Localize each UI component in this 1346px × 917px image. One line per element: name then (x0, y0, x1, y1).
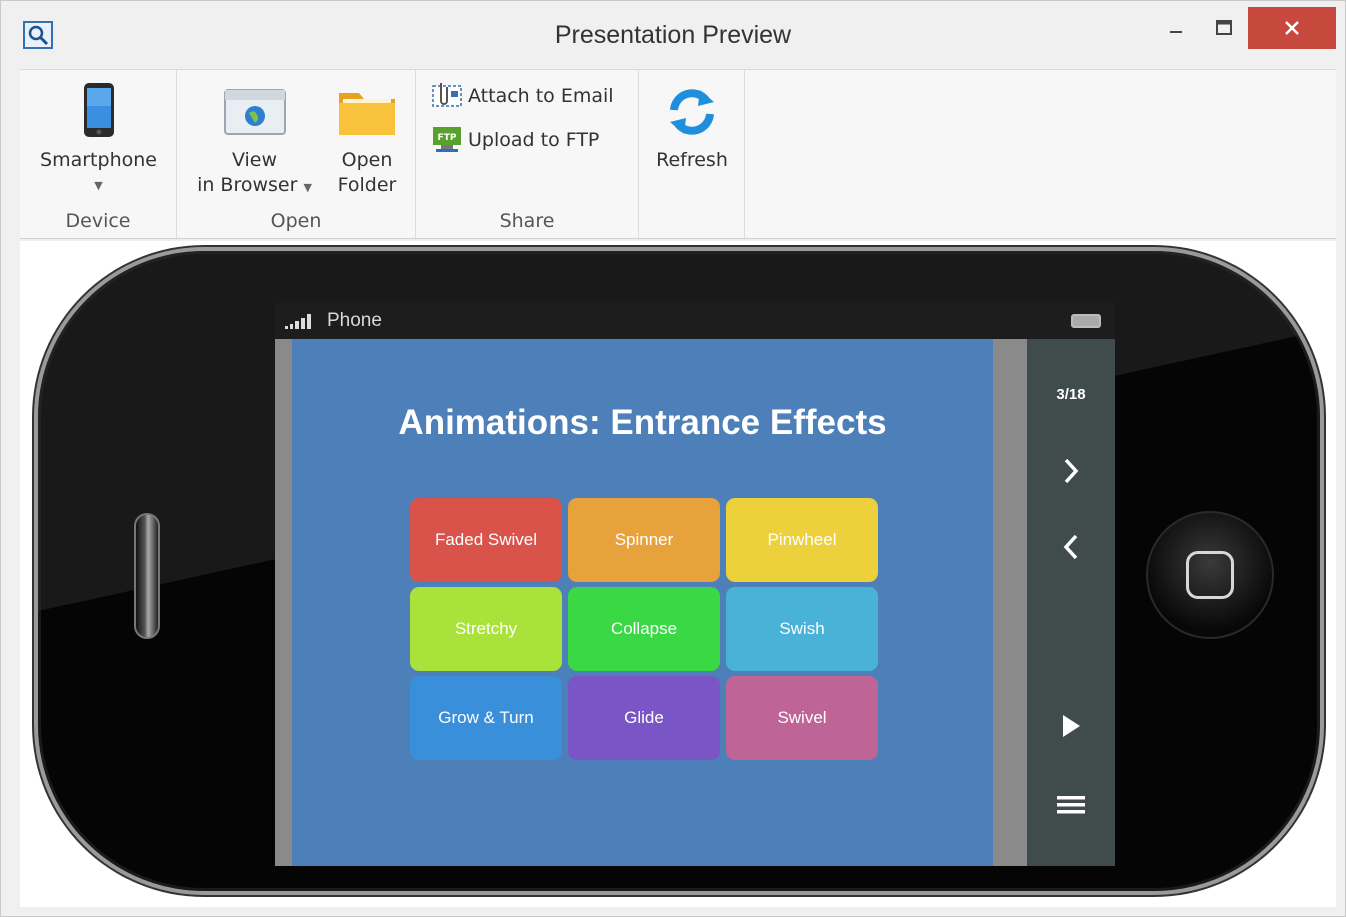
dropdown-arrow-icon: ▼ (303, 181, 312, 194)
open-group: View in Browser ▼ Open Folder Open (177, 70, 416, 240)
refresh-button[interactable]: Refresh (639, 82, 745, 173)
menu-icon (1057, 796, 1085, 814)
tile-grow-and-turn[interactable]: Grow & Turn (410, 676, 562, 760)
attach-email-icon (432, 83, 462, 107)
phone-frame: Phone Animations: Entrance Effects Faded… (34, 247, 1324, 895)
minimize-button[interactable] (1151, 7, 1201, 49)
minimize-icon (1170, 31, 1182, 33)
status-bar: Phone (275, 303, 1115, 339)
previous-slide-button[interactable] (1057, 533, 1085, 561)
open-group-label: Open (270, 210, 322, 232)
signal-icon (285, 314, 311, 329)
home-button[interactable] (1146, 511, 1274, 639)
close-icon (1285, 21, 1299, 35)
refresh-group: Refresh (639, 70, 745, 240)
view-in-browser-button[interactable]: View in Browser ▼ (187, 82, 322, 200)
presentation-preview-window: Presentation Preview Smartphone ▼ Device… (0, 0, 1346, 917)
tile-faded-swivel[interactable]: Faded Swivel (410, 498, 562, 582)
tile-pinwheel[interactable]: Pinwheel (726, 498, 878, 582)
slide-counter: 3/18 (1056, 386, 1086, 403)
refresh-icon (639, 82, 745, 142)
tile-glide[interactable]: Glide (568, 676, 720, 760)
slide-nav-inner: 3/18 (1027, 339, 1115, 866)
phone-screen: Phone Animations: Entrance Effects Faded… (275, 303, 1115, 866)
menu-button[interactable] (1057, 791, 1085, 819)
upload-to-ftp-button[interactable]: FTP Upload to FTP (432, 126, 599, 154)
slide-area: Animations: Entrance Effects Faded Swive… (275, 339, 1011, 866)
maximize-button[interactable] (1201, 7, 1246, 49)
preview-area: Phone Animations: Entrance Effects Faded… (20, 241, 1336, 907)
device-group-label: Device (65, 210, 131, 232)
view-label-line2: in Browser (197, 174, 298, 196)
refresh-label: Refresh (656, 149, 728, 171)
ribbon: Smartphone ▼ Device View in Browser ▼ Op… (20, 69, 1336, 240)
smartphone-icon (20, 82, 177, 142)
folder-icon (327, 82, 407, 142)
view-label-line1: View (231, 149, 278, 171)
attach-to-email-button[interactable]: Attach to Email (432, 82, 614, 110)
open-label-line1: Open (341, 149, 393, 171)
tile-spinner[interactable]: Spinner (568, 498, 720, 582)
slide-title: Animations: Entrance Effects (398, 403, 887, 442)
attach-to-email-label: Attach to Email (468, 85, 614, 107)
slide: Animations: Entrance Effects Faded Swive… (292, 339, 993, 866)
tile-stretchy[interactable]: Stretchy (410, 587, 562, 671)
smartphone-label: Smartphone (40, 149, 157, 171)
next-icon (1064, 458, 1079, 484)
home-icon (1186, 551, 1234, 599)
share-group-label: Share (499, 210, 555, 232)
next-slide-button[interactable] (1057, 457, 1085, 485)
ftp-icon: FTP (433, 127, 461, 152)
speaker-slot (134, 513, 160, 639)
tile-swish[interactable]: Swish (726, 587, 878, 671)
battery-icon (1071, 314, 1101, 328)
ftp-badge-text: FTP (438, 133, 457, 143)
title-bar: Presentation Preview (1, 1, 1345, 69)
play-button[interactable] (1057, 712, 1085, 740)
window-title: Presentation Preview (554, 21, 792, 49)
prev-icon (1063, 534, 1078, 560)
smartphone-button[interactable]: Smartphone ▼ (20, 82, 177, 198)
close-button[interactable] (1248, 7, 1336, 49)
open-folder-button[interactable]: Open Folder (327, 82, 407, 198)
tile-swivel[interactable]: Swivel (726, 676, 878, 760)
carrier-label: Phone (327, 310, 382, 331)
share-group: Attach to Email FTP Upload to FTP Share (416, 70, 639, 240)
effect-tiles: Faded Swivel Spinner Pinwheel Stretchy C… (410, 498, 880, 760)
device-group: Smartphone ▼ Device (20, 70, 177, 240)
open-label-line2: Folder (337, 174, 397, 196)
maximize-icon (1215, 20, 1232, 35)
upload-to-ftp-label: Upload to FTP (468, 129, 600, 151)
dropdown-arrow-icon: ▼ (94, 179, 103, 192)
tile-collapse[interactable]: Collapse (568, 587, 720, 671)
slide-nav-panel: 3/18 (1011, 339, 1115, 866)
play-icon (1063, 715, 1080, 737)
browser-icon (187, 82, 322, 142)
